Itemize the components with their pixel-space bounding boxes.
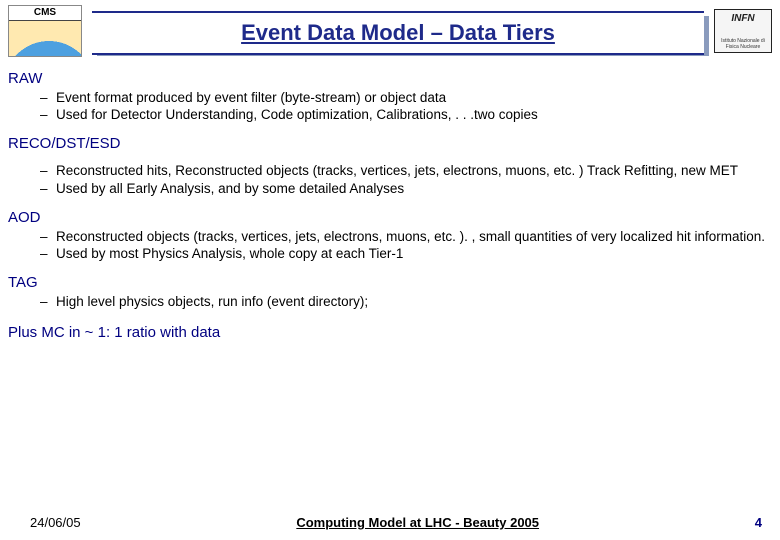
infn-logo-sub: Istituto Nazionale di Fisica Nucleare [715, 38, 771, 50]
list-item: Reconstructed objects (tracks, vertices,… [56, 229, 768, 245]
list-item: Event format produced by event filter (b… [56, 90, 768, 106]
infn-logo-icon: INFN Istituto Nazionale di Fisica Nuclea… [714, 9, 772, 53]
tier-heading-reco: RECO/DST/ESD [8, 135, 768, 153]
tier-heading-tag: TAG [8, 274, 768, 292]
infn-logo-label: INFN [715, 13, 771, 24]
list-item: Used for Detector Understanding, Code op… [56, 107, 768, 123]
cms-logo-label: CMS [9, 6, 81, 21]
slide-title: Event Data Model – Data Tiers [241, 20, 555, 46]
tier-list-aod: Reconstructed objects (tracks, vertices,… [8, 229, 768, 262]
tier-list-raw: Event format produced by event filter (b… [8, 90, 768, 123]
list-item: Reconstructed hits, Reconstructed object… [56, 163, 768, 179]
slide-header: CMS Event Data Model – Data Tiers INFN I… [0, 0, 780, 58]
footer-page-number: 4 [755, 515, 762, 530]
footer-center: Computing Model at LHC - Beauty 2005 [81, 515, 755, 530]
slide-footer: 24/06/05 Computing Model at LHC - Beauty… [0, 515, 780, 530]
list-item: Used by all Early Analysis, and by some … [56, 181, 768, 197]
tier-heading-aod: AOD [8, 209, 768, 227]
list-item: High level physics objects, run info (ev… [56, 294, 768, 310]
cms-logo-icon: CMS [8, 5, 82, 57]
list-item: Used by most Physics Analysis, whole cop… [56, 246, 768, 262]
tier-list-tag: High level physics objects, run info (ev… [8, 294, 768, 310]
tier-list-reco: Reconstructed hits, Reconstructed object… [8, 163, 768, 196]
tier-heading-raw: RAW [8, 70, 768, 88]
title-bar: Event Data Model – Data Tiers [92, 11, 704, 51]
footer-date: 24/06/05 [30, 515, 81, 530]
plus-mc-line: Plus MC in ~ 1: 1 ratio with data [8, 324, 768, 342]
slide-body: RAW Event format produced by event filte… [0, 58, 780, 342]
